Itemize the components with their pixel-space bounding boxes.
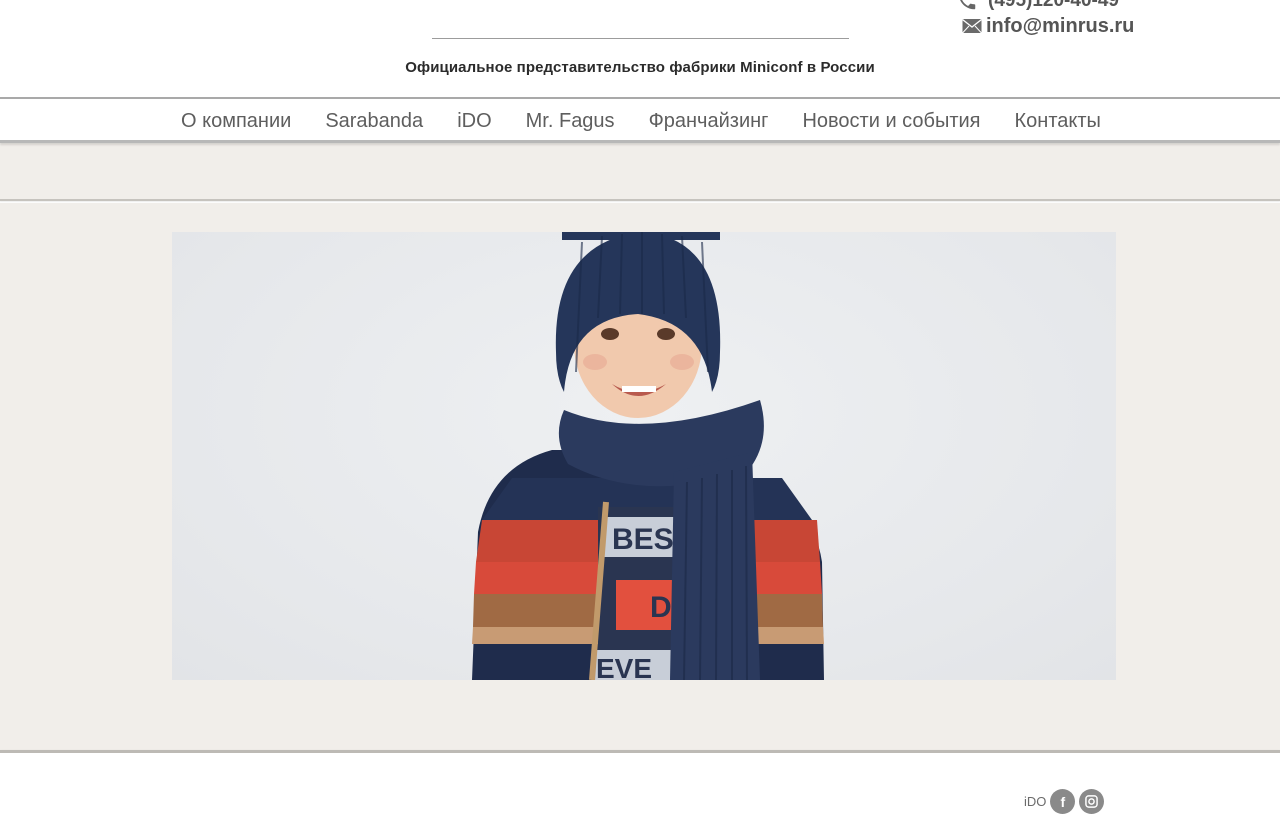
nav-item-contacts[interactable]: Контакты [998,110,1118,133]
hero-illustration: BES D EVE [472,232,824,680]
envelope-icon [962,18,982,34]
site-footer: iDO f [0,753,1280,814]
facebook-icon[interactable]: f [1050,789,1076,814]
minrus-logo[interactable] [522,0,762,16]
content-strip [0,143,1280,201]
email-address: info@minrus.ru [986,14,1135,37]
instagram-glyph [1085,795,1099,808]
logo-divider [432,38,849,39]
nav-item-ido[interactable]: iDO [440,110,508,133]
main-content: BES D EVE [0,203,1280,750]
site-header: Официальное представительство фабрики Mi… [0,0,1280,97]
nav-item-news[interactable]: Новости и события [785,110,997,133]
nav-item-about[interactable]: О компании [164,110,308,133]
contact-phone[interactable]: (495)120-40-49 [956,0,1119,12]
instagram-icon[interactable] [1079,789,1105,814]
nav-item-franchising[interactable]: Франчайзинг [632,110,786,133]
shirt-text-d: D [650,591,672,624]
phone-number: (495)120-40-49 [988,0,1119,11]
nav-menu: О компании Sarabanda iDO Mr. Fagus Франч… [164,99,1118,143]
hero-image-child-in-winter-outfit: BES D EVE [172,232,1116,680]
shirt-text-eve: EVE [596,653,652,680]
footer-brand-label[interactable]: iDO [1024,794,1046,809]
shirt-text-bes: BES [612,523,674,556]
nav-item-sarabanda[interactable]: Sarabanda [308,110,440,133]
site-tagline: Официальное представительство фабрики Mi… [405,59,875,76]
footer-social-links: iDO f [1024,789,1105,814]
main-navigation: О компании Sarabanda iDO Mr. Fagus Франч… [0,97,1280,143]
phone-icon [960,0,976,10]
nav-item-mr-fagus[interactable]: Mr. Fagus [509,110,632,133]
contact-email[interactable]: info@minrus.ru [962,14,1134,38]
